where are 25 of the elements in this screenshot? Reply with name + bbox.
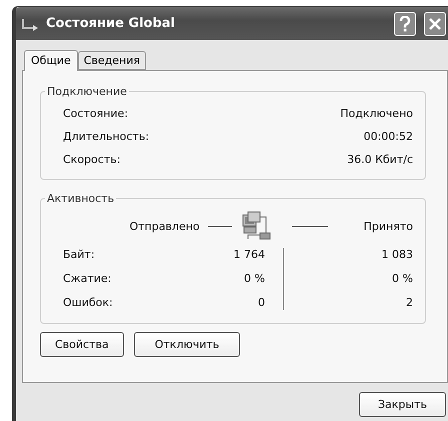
field-value: 00:00:52 (364, 130, 413, 143)
stat-label: Сжатие: (63, 271, 112, 287)
action-button[interactable]: Свойства (40, 332, 124, 357)
sent-label: Отправлено (129, 220, 200, 232)
field-label: Скорость: (63, 153, 120, 166)
sent-value: 0 (257, 295, 266, 311)
close-dialog-button[interactable]: Закрыть (359, 392, 446, 417)
stat-label: Байт: (63, 247, 96, 263)
received-label: Принято (364, 220, 413, 232)
field-value: Подключено (340, 107, 413, 120)
action-button[interactable]: Отключить (134, 332, 240, 357)
tab[interactable]: Сведения (78, 51, 146, 70)
field-label: Длительность: (63, 130, 150, 143)
group-title: Активность (46, 192, 116, 205)
sent-value: 0 % (243, 271, 266, 287)
group-title: Подключение (46, 85, 128, 98)
received-value: 0 % (391, 271, 413, 287)
sent-value: 1 764 (232, 247, 266, 263)
tab[interactable]: Общие (24, 50, 78, 71)
field-label: Состояние: (63, 107, 128, 120)
window-title: Состояние Global (46, 16, 176, 31)
received-value: 1 083 (380, 247, 413, 263)
stat-label: Ошибок: (63, 295, 114, 311)
field-value: 36.0 Кбит/с (347, 153, 413, 166)
received-value: 2 (405, 295, 413, 311)
